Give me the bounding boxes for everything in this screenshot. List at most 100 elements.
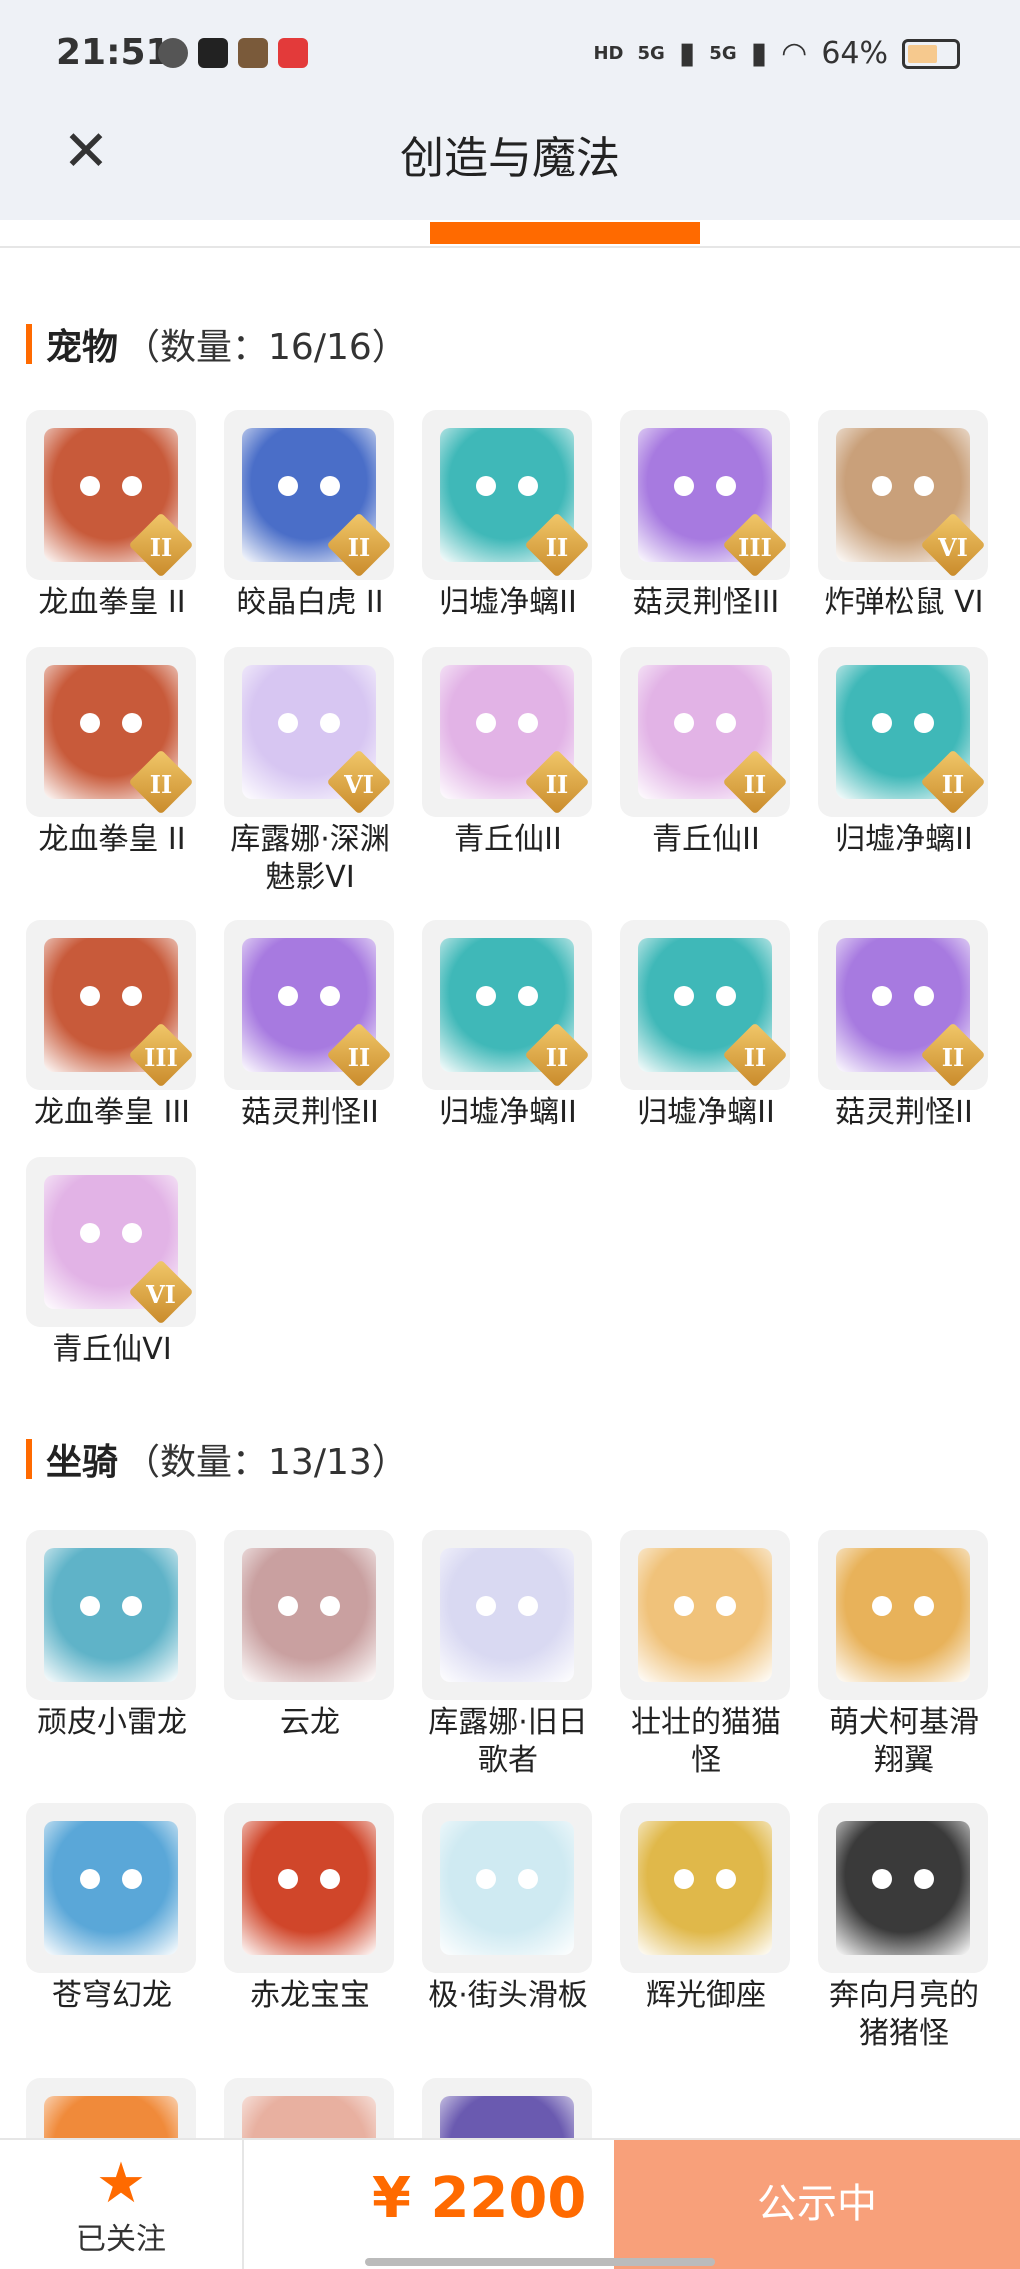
pet-item[interactable]: II 归墟净螭II [620, 920, 792, 1132]
item-label: 菇灵荆怪III [632, 585, 780, 620]
mount-item[interactable]: 奔向月亮的猪猪怪 [818, 1803, 990, 2053]
battery-fill [908, 44, 937, 63]
pet-item[interactable]: II 青丘仙II [422, 647, 594, 859]
character-art [242, 1548, 376, 1682]
item-label: 青丘仙II [652, 822, 760, 857]
pet-item[interactable]: III 龙血拳皇 III [26, 920, 198, 1132]
item-thumbnail [620, 1803, 790, 1973]
art-eye [80, 1869, 100, 1889]
item-thumbnail: III [620, 410, 790, 580]
pet-item[interactable]: II 青丘仙II [620, 647, 792, 859]
pets-section-title: 宠物 （数量：16/16） [26, 318, 408, 370]
rank-badge-number: VI [344, 770, 374, 799]
pet-item[interactable]: II 归墟净螭II [818, 647, 990, 859]
network-2: 5G [709, 43, 737, 64]
item-thumbnail [26, 1803, 196, 1973]
art-eye [320, 713, 340, 733]
item-thumbnail: II [422, 920, 592, 1090]
character-art [440, 1821, 574, 1955]
item-thumbnail: VI [818, 410, 988, 580]
art-eye [476, 476, 496, 496]
signal-icon: ▮ [678, 36, 696, 71]
pet-item[interactable]: II 归墟净螭II [422, 410, 594, 622]
pet-item[interactable]: II 菇灵荆怪II [818, 920, 990, 1132]
pet-item[interactable]: VI 炸弹松鼠 VI [818, 410, 990, 622]
rank-badge-number: II [545, 1043, 569, 1072]
art-eye [872, 986, 892, 1006]
art-eye [914, 986, 934, 1006]
item-thumbnail: II [422, 647, 592, 817]
item-thumbnail: II [818, 920, 988, 1090]
status-time: 21:51 [56, 32, 171, 73]
art-eye [914, 713, 934, 733]
rank-badge-number: VI [146, 1280, 176, 1309]
item-label: 极·街头滑板 [428, 1978, 588, 2013]
item-label: 炸弹松鼠 VI [824, 585, 984, 620]
follow-button[interactable]: ★ 已关注 [0, 2140, 244, 2269]
character-art [44, 1548, 178, 1682]
mount-item[interactable]: 辉光御座 [620, 1803, 792, 2015]
art-eye [716, 1596, 736, 1616]
art-eye [80, 1223, 100, 1243]
item-label: 龙血拳皇 II [38, 585, 186, 620]
rank-badge-number: II [149, 533, 173, 562]
rank-badge-number: II [743, 770, 767, 799]
mount-item[interactable]: 萌犬柯基滑翔翼 [818, 1530, 990, 1780]
pet-item[interactable]: II 归墟净螭II [422, 920, 594, 1132]
mount-item[interactable]: 顽皮小雷龙 [26, 1530, 198, 1742]
art-eye [320, 476, 340, 496]
item-label: 归墟净螭II [439, 1095, 577, 1130]
item-label: 赤龙宝宝 [250, 1978, 370, 2013]
character-art [242, 1821, 376, 1955]
status-right: HD 5G ▮ 5G ▮ ◠ 64% [593, 36, 960, 71]
pet-item[interactable]: II 皎晶白虎 II [224, 410, 396, 622]
section-count: （数量：13/13） [124, 1442, 408, 1483]
pet-item[interactable]: VI 青丘仙VI [26, 1157, 198, 1369]
rank-badge-number: II [941, 770, 965, 799]
art-eye [518, 713, 538, 733]
pet-item[interactable]: VI 库露娜·深渊魅影VI [224, 647, 396, 897]
item-label: 青丘仙II [454, 822, 562, 857]
item-label: 奔向月亮的猪猪怪 [829, 1978, 979, 2051]
globe-icon [158, 38, 188, 68]
status-app-icons [158, 38, 308, 68]
item-label: 辉光御座 [646, 1978, 766, 2013]
art-eye [716, 986, 736, 1006]
art-eye [80, 476, 100, 496]
art-eye [278, 476, 298, 496]
art-eye [476, 1596, 496, 1616]
rank-badge-number: II [545, 533, 569, 562]
item-label: 归墟净螭II [637, 1095, 775, 1130]
art-eye [872, 1869, 892, 1889]
pet-item[interactable]: II 菇灵荆怪II [224, 920, 396, 1132]
item-label: 苍穹幻龙 [52, 1978, 172, 2013]
item-label: 顽皮小雷龙 [37, 1705, 187, 1740]
pet-item[interactable]: II 龙血拳皇 II [26, 410, 198, 622]
mount-item[interactable]: 赤龙宝宝 [224, 1803, 396, 2015]
item-label: 归墟净螭II [439, 585, 577, 620]
art-eye [716, 713, 736, 733]
item-label: 菇灵荆怪II [835, 1095, 973, 1130]
art-eye [518, 1596, 538, 1616]
pet-item[interactable]: II 龙血拳皇 II [26, 647, 198, 859]
item-label: 库露娜·深渊魅影VI [230, 822, 390, 895]
mount-item[interactable]: 极·街头滑板 [422, 1803, 594, 2015]
item-label: 青丘仙VI [52, 1332, 172, 1367]
home-indicator[interactable] [365, 2258, 715, 2266]
mount-item[interactable]: 壮壮的猫猫怪 [620, 1530, 792, 1780]
pet-item[interactable]: III 菇灵荆怪III [620, 410, 792, 622]
mount-item[interactable]: 苍穹幻龙 [26, 1803, 198, 2015]
mount-item[interactable]: 云龙 [224, 1530, 396, 1742]
hd-badge: HD [593, 43, 624, 64]
rank-badge-number: II [941, 1043, 965, 1072]
art-eye [914, 1869, 934, 1889]
art-eye [278, 1869, 298, 1889]
art-eye [320, 1596, 340, 1616]
art-eye [320, 986, 340, 1006]
mount-item[interactable]: 库露娜·旧日歌者 [422, 1530, 594, 1780]
public-notice-button[interactable]: 公示中 [614, 2140, 1020, 2269]
section-count: （数量：16/16） [124, 327, 408, 368]
art-eye [674, 476, 694, 496]
art-eye [716, 1869, 736, 1889]
art-eye [674, 986, 694, 1006]
